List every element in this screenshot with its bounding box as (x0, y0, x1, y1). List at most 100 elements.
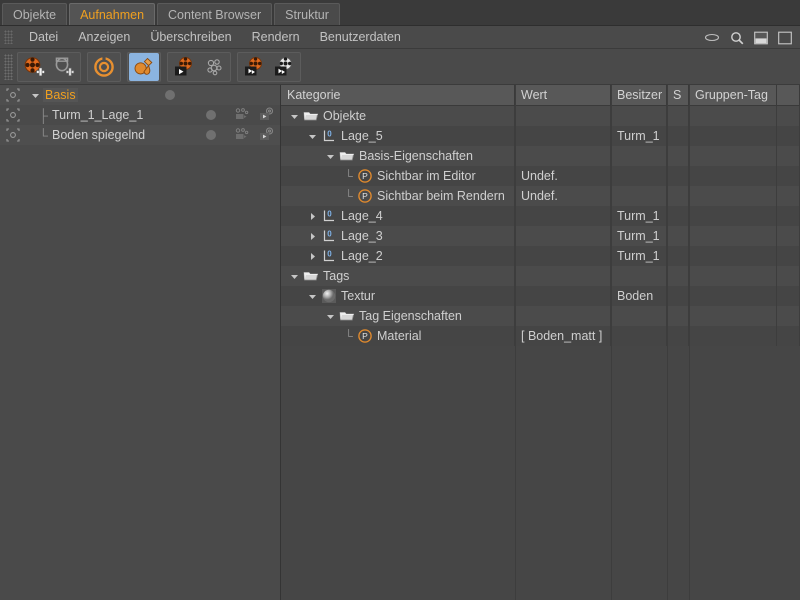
table-row[interactable]: Textur Boden (281, 286, 800, 306)
cell-besitzer[interactable]: Turm_1 (611, 226, 667, 246)
expander-open-icon[interactable] (289, 112, 300, 121)
take-row[interactable]: ├ Turm_1_Lage_1 (0, 105, 280, 125)
take-row[interactable]: Basis (0, 85, 280, 105)
menu-grip-icon[interactable] (4, 30, 13, 44)
cell-gruppen-tag[interactable] (689, 326, 777, 346)
cell-gruppen-tag[interactable] (689, 146, 777, 166)
cell-wert[interactable] (515, 146, 611, 166)
expander-open-icon[interactable] (30, 91, 41, 100)
expander-open-icon[interactable] (307, 132, 318, 141)
cell-s[interactable] (667, 306, 689, 326)
table-row[interactable]: Basis-Eigenschaften (281, 146, 800, 166)
cell-besitzer[interactable]: Turm_1 (611, 206, 667, 226)
cell-wert[interactable]: Undef. (515, 186, 611, 206)
layout-single-icon[interactable] (778, 31, 792, 45)
cell-wert[interactable]: Undef. (515, 166, 611, 186)
cell-gruppen-tag[interactable] (689, 226, 777, 246)
cell-s[interactable] (667, 286, 689, 306)
cell-gruppen-tag[interactable] (689, 306, 777, 326)
cell-kategorie[interactable]: Tags (281, 266, 515, 286)
menu-item-benutzerdaten[interactable]: Benutzerdaten (310, 30, 411, 44)
cell-s[interactable] (667, 106, 689, 126)
expander-closed-icon[interactable] (307, 252, 318, 261)
take-name[interactable]: Basis (43, 88, 78, 102)
take-visibility-icon[interactable] (0, 107, 26, 123)
table-row[interactable]: 0 Lage_4 Turm_1 (281, 206, 800, 226)
tab-content-browser[interactable]: Content Browser (157, 3, 273, 25)
cell-gruppen-tag[interactable] (689, 286, 777, 306)
cell-wert[interactable] (515, 106, 611, 126)
cell-kategorie[interactable]: 0 Lage_3 (281, 226, 515, 246)
auto-take-icon[interactable] (89, 53, 119, 81)
menu-item-datei[interactable]: Datei (19, 30, 68, 44)
table-row[interactable]: └ P Sichtbar im Editor Undef. (281, 166, 800, 186)
render-all-icon[interactable] (269, 53, 299, 81)
take-name[interactable]: Turm_1_Lage_1 (52, 108, 143, 122)
cell-wert[interactable] (515, 126, 611, 146)
expander-closed-icon[interactable] (307, 232, 318, 241)
cell-kategorie[interactable]: Objekte (281, 106, 515, 126)
take-camera-icon[interactable] (234, 127, 250, 144)
cell-besitzer[interactable]: Turm_1 (611, 126, 667, 146)
table-row[interactable]: └ P Sichtbar beim Rendern Undef. (281, 186, 800, 206)
take-active-dot[interactable] (206, 130, 216, 140)
take-name[interactable]: Boden spiegelnd (52, 128, 145, 142)
table-row[interactable]: Tags (281, 266, 800, 286)
cell-wert[interactable] (515, 306, 611, 326)
add-camera-take-icon[interactable] (49, 53, 79, 81)
expander-open-icon[interactable] (325, 152, 336, 161)
cell-s[interactable] (667, 246, 689, 266)
cell-gruppen-tag[interactable] (689, 246, 777, 266)
cell-s[interactable] (667, 166, 689, 186)
cell-s[interactable] (667, 146, 689, 166)
cell-kategorie[interactable]: └ P Material (281, 326, 515, 346)
cell-s[interactable] (667, 206, 689, 226)
cell-kategorie[interactable]: Tag Eigenschaften (281, 306, 515, 326)
expander-open-icon[interactable] (289, 272, 300, 281)
cell-besitzer[interactable]: Boden (611, 286, 667, 306)
take-render-icon[interactable] (258, 106, 276, 124)
menu-item-ueberschreiben[interactable]: Überschreiben (140, 30, 241, 44)
search-icon[interactable] (730, 31, 744, 45)
eye-icon[interactable] (704, 32, 720, 43)
cell-kategorie[interactable]: └ P Sichtbar beim Rendern (281, 186, 515, 206)
expander-open-icon[interactable] (307, 292, 318, 301)
cell-s[interactable] (667, 186, 689, 206)
toolbar-grip-icon[interactable] (4, 53, 13, 80)
cell-kategorie[interactable]: 0 Lage_4 (281, 206, 515, 226)
cell-kategorie[interactable]: 0 Lage_2 (281, 246, 515, 266)
cell-besitzer[interactable] (611, 326, 667, 346)
cell-kategorie[interactable]: Textur (281, 286, 515, 306)
cell-kategorie[interactable]: └ P Sichtbar im Editor (281, 166, 515, 186)
table-row[interactable]: Objekte (281, 106, 800, 126)
menu-item-anzeigen[interactable]: Anzeigen (68, 30, 140, 44)
render-marked-icon[interactable] (239, 53, 269, 81)
tab-struktur[interactable]: Struktur (274, 3, 340, 25)
add-take-icon[interactable] (19, 53, 49, 81)
cell-besitzer[interactable] (611, 186, 667, 206)
cell-gruppen-tag[interactable] (689, 106, 777, 126)
cell-s[interactable] (667, 126, 689, 146)
column-header-besitzer[interactable]: Besitzer (611, 85, 667, 105)
cell-s[interactable] (667, 266, 689, 286)
cell-besitzer[interactable] (611, 146, 667, 166)
expander-open-icon[interactable] (325, 312, 336, 321)
table-row[interactable]: 0 Lage_3 Turm_1 (281, 226, 800, 246)
cell-wert[interactable] (515, 226, 611, 246)
take-visibility-icon[interactable] (0, 127, 26, 143)
take-visibility-icon[interactable] (0, 87, 26, 103)
column-header-kategorie[interactable]: Kategorie (281, 85, 515, 105)
take-active-dot[interactable] (165, 90, 175, 100)
take-row[interactable]: └ Boden spiegelnd (0, 125, 280, 145)
cell-besitzer[interactable] (611, 306, 667, 326)
table-row[interactable]: 0 Lage_2 Turm_1 (281, 246, 800, 266)
cell-gruppen-tag[interactable] (689, 266, 777, 286)
cell-besitzer[interactable] (611, 166, 667, 186)
cell-wert[interactable] (515, 266, 611, 286)
render-preview-icon[interactable] (199, 53, 229, 81)
cell-kategorie[interactable]: 0 Lage_5 (281, 126, 515, 146)
cell-wert[interactable] (515, 206, 611, 226)
table-row[interactable]: └ P Material [ Boden_matt ] (281, 326, 800, 346)
overrides-icon[interactable] (129, 52, 159, 81)
take-camera-icon[interactable] (234, 107, 250, 124)
